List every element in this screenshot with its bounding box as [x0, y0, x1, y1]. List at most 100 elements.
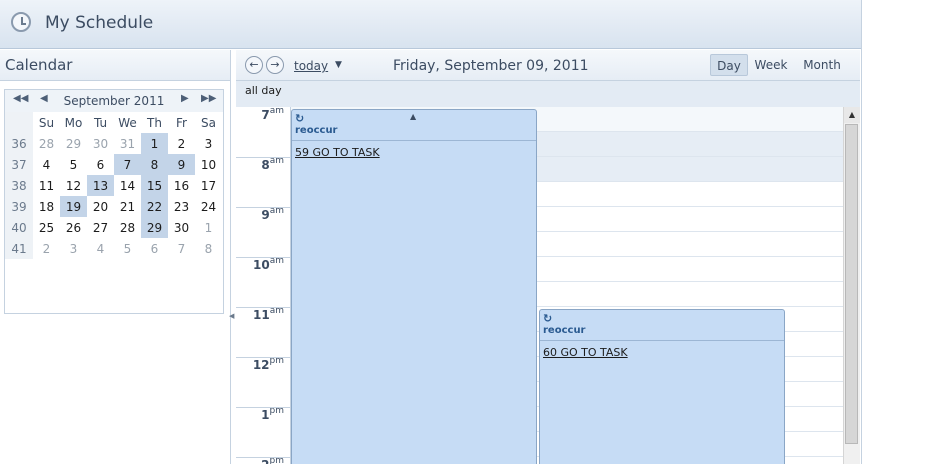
day-cell[interactable]: 29 [60, 133, 87, 154]
all-day-row[interactable]: all day [236, 81, 860, 108]
day-cell[interactable]: 2 [33, 238, 60, 259]
week-number: 37 [5, 154, 33, 175]
day-name: Sa [201, 115, 216, 130]
hour-label: 10am [253, 256, 284, 272]
day-cell[interactable]: 29 [141, 217, 168, 238]
day-cell[interactable]: 31 [114, 133, 141, 154]
mini-calendar-month[interactable]: September 2011 [5, 94, 223, 108]
scroll-thumb[interactable] [845, 124, 858, 444]
day-cell[interactable]: 10 [195, 154, 222, 175]
day-cell[interactable]: 19 [60, 196, 87, 217]
day-name: Mo [64, 115, 83, 130]
collapse-up-icon[interactable]: ▲ [410, 112, 416, 121]
scheduler-toolbar: ← → today ▼ Friday, September 09, 2011 D… [236, 50, 860, 81]
day-name: Fr [176, 115, 187, 130]
day-cell[interactable]: 4 [33, 154, 60, 175]
day-cell[interactable]: 28 [33, 133, 60, 154]
day-name: Th [147, 115, 162, 130]
scroll-up-icon[interactable]: ▲ [844, 107, 860, 123]
day-cell[interactable]: 3 [195, 133, 222, 154]
day-cell[interactable]: 16 [168, 175, 195, 196]
week-number: 41 [5, 238, 33, 259]
week-number: 38 [5, 175, 33, 196]
day-cell[interactable]: 22 [141, 196, 168, 217]
day-cell[interactable]: 23 [168, 196, 195, 217]
day-cell[interactable]: 20 [87, 196, 114, 217]
hour-label: 8am [261, 156, 284, 172]
left-panel: Calendar ◀◀ ◀ September 2011 ▶ ▶▶ Su Mo … [0, 50, 231, 464]
day-cell[interactable]: 1 [141, 133, 168, 154]
prev-day-button[interactable]: ← [245, 56, 263, 74]
day-cell[interactable]: 12 [60, 175, 87, 196]
day-cell[interactable]: 28 [114, 217, 141, 238]
day-cell[interactable]: 15 [141, 175, 168, 196]
day-cell[interactable]: 13 [87, 175, 114, 196]
scheduler-window: My Schedule Calendar ◀◀ ◀ September 2011… [0, 0, 862, 464]
vertical-scrollbar[interactable]: ▲ [843, 107, 860, 464]
appointment-header: ↻ reoccur [540, 310, 784, 341]
day-cell[interactable]: 14 [114, 175, 141, 196]
day-cell-selected[interactable]: 9 [168, 154, 195, 175]
day-cell[interactable]: 3 [60, 238, 87, 259]
week-number: 39 [5, 196, 33, 217]
left-panel-header: Calendar [0, 50, 230, 81]
day-cell[interactable]: 5 [114, 238, 141, 259]
appointment-type: reoccur [295, 125, 338, 136]
arrow-left-icon: ← [249, 58, 259, 71]
all-day-label: all day [245, 84, 282, 97]
date-picker-dropdown-icon[interactable]: ▼ [335, 60, 342, 70]
day-cell[interactable]: 25 [33, 217, 60, 238]
appointment-title-link[interactable]: 59 GO TO TASK [295, 146, 380, 159]
day-cell[interactable]: 6 [87, 154, 114, 175]
day-cell[interactable]: 30 [168, 217, 195, 238]
hour-label: 12pm [252, 356, 284, 372]
day-cell[interactable]: 21 [114, 196, 141, 217]
next-year-icon[interactable]: ▶▶ [201, 93, 216, 104]
today-link[interactable]: today [294, 59, 328, 73]
appointment[interactable]: ↻ reoccur ▲ 59 GO TO TASK [291, 109, 537, 464]
appointment-type: reoccur [543, 325, 586, 336]
day-name: Su [38, 115, 55, 130]
week-number-header [5, 112, 33, 133]
mini-calendar: ◀◀ ◀ September 2011 ▶ ▶▶ Su Mo Tu We Th … [4, 89, 224, 314]
day-cell[interactable]: 30 [87, 133, 114, 154]
day-cell[interactable]: 24 [195, 196, 222, 217]
recurrence-icon: ↻ [295, 112, 305, 125]
day-cell[interactable]: 18 [33, 196, 60, 217]
day-cell[interactable]: 8 [195, 238, 222, 259]
time-grid[interactable]: 7am 8am 9am 10am 11am 12pm 1pm 2pm ↻ reo… [236, 107, 843, 464]
day-cell[interactable]: 17 [195, 175, 222, 196]
hour-label: 7am [261, 107, 284, 122]
day-cell[interactable]: 27 [87, 217, 114, 238]
day-cell[interactable]: 7 [168, 238, 195, 259]
recurrence-icon: ↻ [543, 312, 553, 325]
week-number: 40 [5, 217, 33, 238]
day-cell[interactable]: 6 [141, 238, 168, 259]
arrow-right-icon: → [270, 58, 280, 71]
day-cell[interactable]: 5 [60, 154, 87, 175]
appointment-title-link[interactable]: 60 GO TO TASK [543, 346, 628, 359]
next-day-button[interactable]: → [266, 56, 284, 74]
app-title: My Schedule [45, 13, 154, 33]
day-cell[interactable]: 7 [114, 154, 141, 175]
day-cell[interactable]: 26 [60, 217, 87, 238]
day-cell[interactable]: 4 [87, 238, 114, 259]
day-cell[interactable]: 8 [141, 154, 168, 175]
day-cell[interactable]: 1 [195, 217, 222, 238]
day-name: We [118, 115, 137, 130]
time-column: 7am 8am 9am 10am 11am 12pm 1pm 2pm [236, 107, 291, 464]
hour-label: 11am [253, 306, 284, 322]
day-cell[interactable]: 11 [33, 175, 60, 196]
appointment[interactable]: ↻ reoccur 60 GO TO TASK [539, 309, 785, 464]
week-number: 36 [5, 133, 33, 154]
view-month-button[interactable]: Month [800, 54, 844, 76]
day-view: ← → today ▼ Friday, September 09, 2011 D… [236, 50, 860, 464]
hour-label: 1pm [261, 406, 284, 422]
day-cell[interactable]: 2 [168, 133, 195, 154]
hour-label: 2pm [261, 456, 284, 464]
mini-calendar-header: ◀◀ ◀ September 2011 ▶ ▶▶ [5, 90, 223, 112]
view-week-button[interactable]: Week [752, 54, 790, 76]
next-month-icon[interactable]: ▶ [181, 93, 189, 104]
view-day-button[interactable]: Day [710, 54, 748, 76]
collapse-panel-icon[interactable]: ◀ [229, 312, 234, 320]
